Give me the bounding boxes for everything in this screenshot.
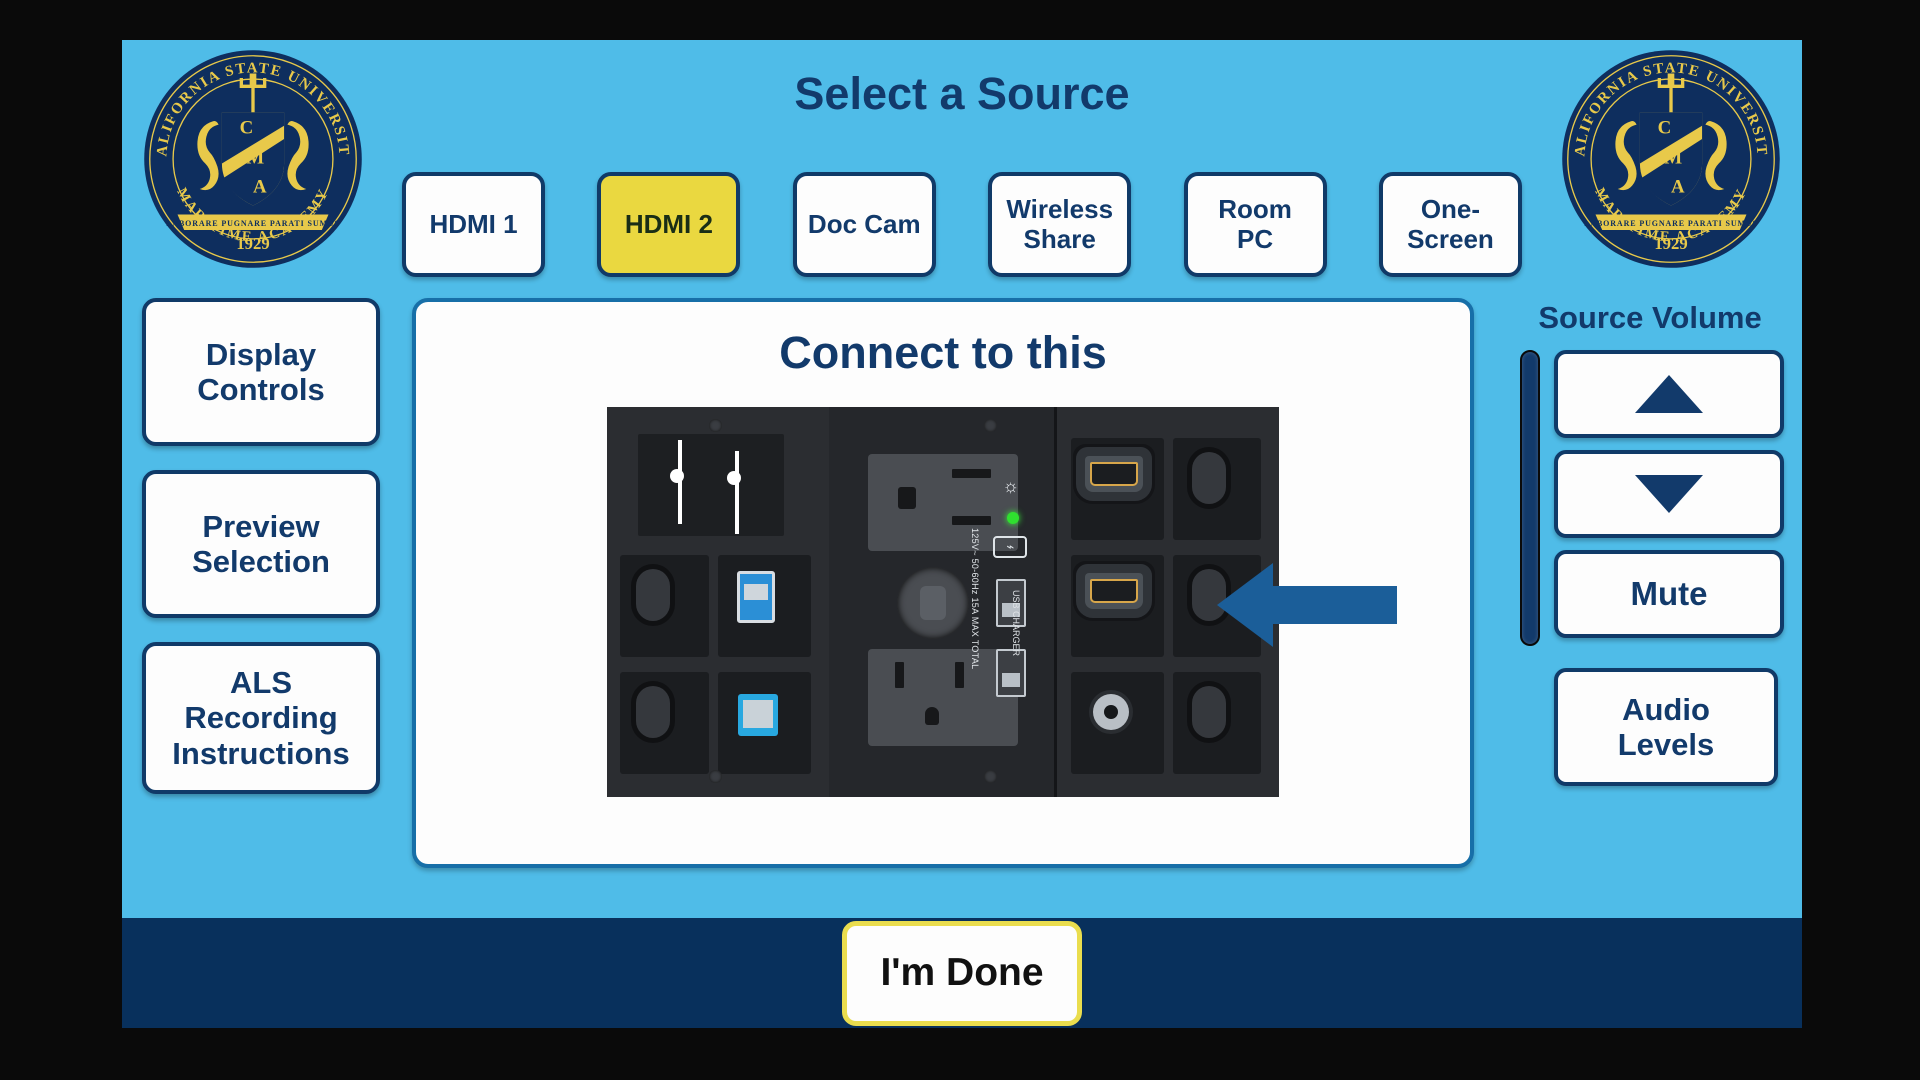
blank-insert-icon [1192,452,1227,505]
source-button-wireless-share[interactable]: Wireless Share [988,172,1132,277]
svg-text:C: C [1658,117,1672,138]
screw-icon [709,769,722,783]
svg-text:M: M [246,147,264,168]
screw-icon [984,418,998,432]
usb-charger-label: USB CHARGER [1010,590,1021,657]
connect-instruction-card: Connect to this ☼ ⌁ 125V~ 50-60Hz 15A MA… [412,298,1474,868]
sidebar: Display Controls Preview Selection ALS Reco… [142,298,380,794]
touch-panel: CALIFORNIA STATE UNIVERSITY MARITIME ACA… [122,40,1802,1028]
im-done-button[interactable]: I'm Done [842,920,1082,1026]
source-volume-panel: Source Volume Mute Audio Levels [1516,288,1784,786]
blank-port-cell [620,555,709,657]
no-plug-icon: ⌁ [993,535,1028,558]
hdmi-port-1-icon [1085,456,1144,493]
csu-maritime-seal-right-icon: CALIFORNIA STATE UNIVERSITY MARITIME ACA… [1560,48,1780,268]
svg-text:A: A [253,176,267,197]
screw-icon [709,418,722,432]
audio-jack-group [638,434,785,536]
rj45-port-cell [717,672,811,774]
page-title: Select a Source [794,68,1130,119]
svg-text:A: A [1671,176,1685,197]
volume-up-button[interactable] [1554,350,1784,438]
source-button-hdmi-1[interactable]: HDMI 1 [402,172,545,277]
av-wall-plate-photo: ☼ ⌁ 125V~ 50-60Hz 15A MAX TOTAL USB CHAR… [607,407,1397,797]
round-outlet-icon [897,566,970,639]
sidebar-item-als-recording-instructions[interactable]: ALS Recording Instructions [142,642,380,794]
svg-text:C: C [240,117,254,138]
sidebar-item-display-controls[interactable]: Display Controls [142,298,380,446]
plate-center-module: ☼ ⌁ 125V~ 50-60Hz 15A MAX TOTAL USB CHAR… [828,407,1058,797]
triangle-down-icon [1635,475,1703,513]
hdmi-port-cell-2 [1070,555,1164,657]
volume-level-bar[interactable] [1520,350,1540,646]
audio-jack-stem [734,450,739,534]
svg-text:M: M [1664,147,1682,168]
plate-left-module [607,407,829,797]
volume-body: Mute [1516,350,1784,646]
card-title: Connect to this [779,327,1107,378]
source-button-doc-cam[interactable]: Doc Cam [792,172,936,277]
audio-jack-icon [670,468,685,483]
screw-icon [984,769,998,783]
usb-a-port-cell [717,555,811,657]
blank-port-cell [1172,672,1262,774]
svg-text:1929: 1929 [1654,234,1687,253]
audio-jack-icon [727,470,742,485]
rj45-network-port-icon [738,694,779,737]
blank-port-cell [1172,438,1262,540]
footer: I'm Done [122,918,1802,1028]
body-area: Display Controls Preview Selection ALS Reco… [122,288,1802,918]
blank-insert-icon [1192,686,1227,739]
outlet-rating-label: 125V~ 50-60Hz 15A MAX TOTAL [969,527,980,670]
svg-text:1929: 1929 [236,234,269,253]
audio-levels-button[interactable]: Audio Levels [1554,668,1778,786]
hdmi-port-2-icon [1085,573,1144,610]
volume-down-button[interactable] [1554,450,1784,538]
source-volume-label: Source Volume [1538,300,1762,335]
coax-port-cell [1070,672,1164,774]
source-button-room-pc[interactable]: Room PC [1183,172,1327,277]
source-button-one-screen[interactable]: One- Screen [1378,172,1522,277]
coax-port-icon [1092,694,1129,731]
sun-icon: ☼ [1002,476,1019,497]
wall-plate-body: ☼ ⌁ 125V~ 50-60Hz 15A MAX TOTAL USB CHAR… [607,407,1279,797]
triangle-up-icon [1635,375,1703,413]
volume-buttons: Mute [1554,350,1784,646]
svg-text:LABORARE PUGNARE PARATI SUMUS: LABORARE PUGNARE PARATI SUMUS [1584,219,1758,228]
hdmi-port-cell-1 [1070,438,1164,540]
sidebar-item-preview-selection[interactable]: Preview Selection [142,470,380,618]
blank-insert-icon [636,686,671,739]
source-button-hdmi-2[interactable]: HDMI 2 [597,172,741,277]
svg-text:LABORARE PUGNARE PARATI SUMUS: LABORARE PUGNARE PARATI SUMUS [166,219,340,228]
pointer-arrow-icon [1217,563,1397,647]
usb-a-port-icon [736,571,775,624]
mute-button[interactable]: Mute [1554,550,1784,638]
screen-root: CALIFORNIA STATE UNIVERSITY MARITIME ACA… [0,0,1920,1080]
blank-insert-icon [636,569,671,622]
source-buttons: HDMI 1 HDMI 2 Doc Cam Wireless Share Room… [402,172,1522,282]
header: CALIFORNIA STATE UNIVERSITY MARITIME ACA… [122,40,1802,288]
blank-port-cell [620,672,709,774]
